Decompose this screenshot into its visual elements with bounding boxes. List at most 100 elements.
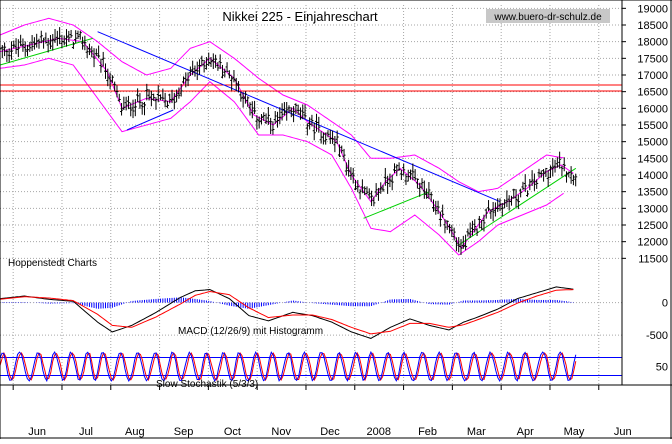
ohlc-bar xyxy=(365,186,369,195)
month-tick-label: Jun xyxy=(614,426,632,438)
ohlc-bar xyxy=(298,107,302,120)
price-tick-label: 13000 xyxy=(637,203,668,215)
ohlc-bar xyxy=(493,202,497,217)
chart-title: Nikkei 225 - Einjahreschart xyxy=(222,9,378,24)
ohlc-bar xyxy=(344,162,348,176)
price-tick-label: 18500 xyxy=(637,20,668,32)
ohlc-bar xyxy=(133,99,137,117)
ohlc-bar xyxy=(161,88,165,101)
price-tick-label: 17500 xyxy=(637,53,668,65)
price-tick-label: 12500 xyxy=(637,220,668,232)
price-tick-label: 12000 xyxy=(637,237,668,249)
ohlc-bar xyxy=(505,190,509,207)
ohlc-bar xyxy=(464,234,468,251)
ohlc-bar xyxy=(115,85,119,98)
ohlc-bar xyxy=(83,35,87,51)
ohlc-bar xyxy=(404,173,408,186)
time-axis-ticks: Jun Jul Aug Sep Oct Nov Dec 2008 Feb Mar Apr May Jun xyxy=(28,426,631,438)
ohlc-bar xyxy=(548,165,552,178)
hoppenstedt-label: Hoppenstedt Charts xyxy=(8,258,97,269)
ohlc-bar xyxy=(126,95,130,110)
bollinger-bands xyxy=(0,17,574,256)
stochastic-tick-label: 50 xyxy=(656,362,668,374)
ohlc-bar xyxy=(21,38,25,52)
ohlc-bar xyxy=(9,41,13,60)
ohlc-bar xyxy=(30,34,34,52)
ohlc-bar xyxy=(438,211,442,227)
stochastic-panel xyxy=(0,350,622,383)
bollinger-middle-line xyxy=(0,37,574,250)
ohlc-bar xyxy=(101,51,105,67)
ohlc-bar xyxy=(546,169,550,187)
ohlc-bar xyxy=(450,224,454,238)
ohlc-bar xyxy=(71,41,75,50)
ohlc-bar xyxy=(62,35,66,46)
ohlc-bar xyxy=(475,228,479,236)
ohlc-bar xyxy=(195,61,199,81)
month-tick-label: 2008 xyxy=(367,426,391,438)
price-tick-label: 19000 xyxy=(637,3,668,15)
ohlc-bar xyxy=(544,167,548,178)
month-tick-label: Aug xyxy=(125,426,145,438)
ohlc-bar xyxy=(218,54,222,70)
macd-tick-label: 0 xyxy=(662,298,668,310)
ohlc-bar xyxy=(26,44,30,57)
month-tick-label: Nov xyxy=(271,426,291,438)
month-tick-label: May xyxy=(564,426,585,438)
ohlc-bar xyxy=(574,173,578,187)
ohlc-bar xyxy=(269,117,273,134)
macd-tick-label: -500 xyxy=(646,330,668,342)
ohlc-bar xyxy=(165,100,169,109)
ohlc-bar xyxy=(131,99,135,119)
month-tick-label: Apr xyxy=(517,426,534,438)
ohlc-bar xyxy=(220,64,224,79)
ohlc-bar xyxy=(271,121,275,135)
price-bars xyxy=(0,27,578,255)
ohlc-bar xyxy=(392,163,396,173)
ohlc-bar xyxy=(466,228,470,237)
ohlc-bar xyxy=(509,195,513,206)
price-tick-label: 14000 xyxy=(637,170,668,182)
price-tick-label: 13500 xyxy=(637,187,668,199)
ohlc-bar xyxy=(191,60,195,76)
ohlc-bar xyxy=(67,30,71,43)
ohlc-bar xyxy=(225,62,229,72)
ohlc-bar xyxy=(264,113,268,125)
price-tick-label: 17000 xyxy=(637,70,668,82)
ohlc-bar xyxy=(321,132,325,145)
month-tick-label: Feb xyxy=(418,426,437,438)
ohlc-bar xyxy=(514,189,518,208)
price-tick-label: 14500 xyxy=(637,153,668,165)
ohlc-bar xyxy=(560,165,564,177)
month-tick-label: Jun xyxy=(28,426,46,438)
resistance-lines xyxy=(0,84,622,92)
price-tick-label: 16000 xyxy=(637,103,668,115)
ohlc-bar xyxy=(69,29,73,38)
ohlc-bar xyxy=(470,220,474,236)
ohlc-bar xyxy=(562,157,566,172)
ohlc-bar xyxy=(159,94,163,101)
price-tick-label: 16500 xyxy=(637,87,668,99)
ohlc-bar xyxy=(397,162,401,171)
ohlc-bar xyxy=(42,37,46,49)
ohlc-bar xyxy=(94,48,98,57)
stochastic-label: Slow Stochastik (5/3/3) xyxy=(156,379,258,390)
price-axis-ticks: 19000 18500 18000 17500 17000 16500 16000 15500… xyxy=(637,3,668,373)
month-tick-label: Sep xyxy=(174,426,194,438)
month-tick-label: Mar xyxy=(467,426,486,438)
ohlc-bar xyxy=(124,96,128,111)
ohlc-bar xyxy=(37,38,41,49)
ohlc-bar xyxy=(7,48,11,63)
month-tick-label: Oct xyxy=(224,426,241,438)
chart-root: Nikkei 225 - Einjahreschart www.buero-dr… xyxy=(0,0,672,439)
ohlc-bar xyxy=(23,41,27,57)
ohlc-bar xyxy=(136,88,140,103)
ohlc-bar xyxy=(53,29,57,43)
ohlc-bar xyxy=(253,100,257,114)
ohlc-bar xyxy=(14,38,18,55)
ohlc-bar xyxy=(19,34,23,47)
month-tick-label: Dec xyxy=(320,426,340,438)
price-tick-label: 15000 xyxy=(637,137,668,149)
ohlc-bar xyxy=(51,34,55,51)
ohlc-bar xyxy=(78,30,82,40)
